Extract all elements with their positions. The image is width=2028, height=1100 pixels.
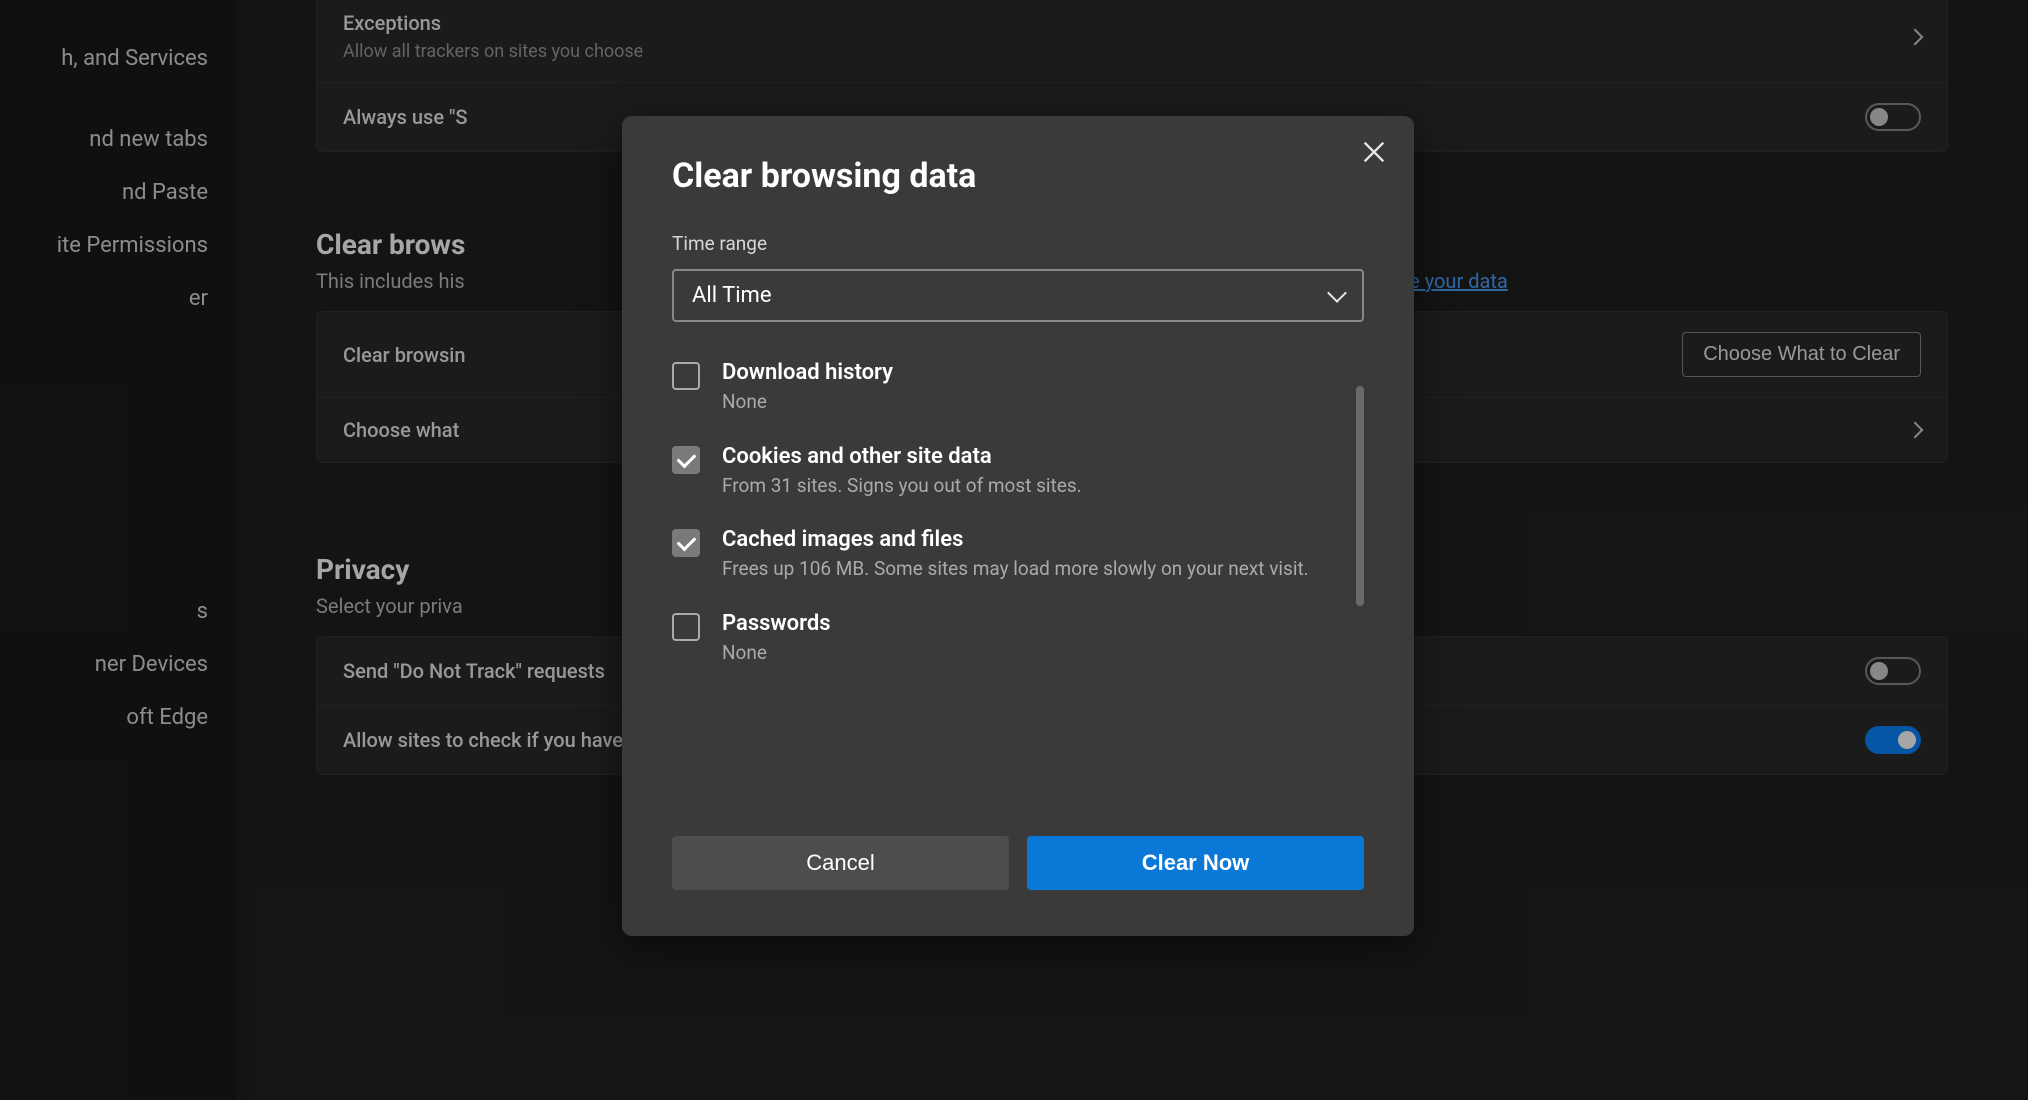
time-range-value: All Time [692, 283, 772, 308]
data-type-option: Cached images and files Frees up 106 MB. … [672, 527, 1340, 583]
option-checkbox[interactable] [672, 613, 700, 641]
data-type-option: Cookies and other site data From 31 sites… [672, 444, 1340, 500]
option-checkbox[interactable] [672, 529, 700, 557]
option-checkbox[interactable] [672, 446, 700, 474]
option-checkbox[interactable] [672, 362, 700, 390]
data-type-option: Passwords None [672, 611, 1340, 667]
option-title: Passwords [722, 611, 1340, 636]
option-desc: None [722, 389, 1340, 416]
option-title: Download history [722, 360, 1340, 385]
option-title: Cached images and files [722, 527, 1340, 552]
option-desc: None [722, 640, 1340, 667]
chevron-down-icon [1327, 283, 1347, 303]
data-type-option: Download history None [672, 360, 1340, 416]
option-desc: From 31 sites. Signs you out of most sit… [722, 473, 1340, 500]
option-title: Cookies and other site data [722, 444, 1340, 469]
time-range-select[interactable]: All Time [672, 269, 1364, 322]
scrollbar-thumb[interactable] [1356, 386, 1364, 606]
time-range-label: Time range [672, 232, 1364, 255]
close-icon [1360, 138, 1388, 166]
close-button[interactable] [1360, 138, 1388, 166]
option-desc: Frees up 106 MB. Some sites may load mor… [722, 556, 1340, 583]
dialog-title: Clear browsing data [672, 156, 1364, 196]
clear-now-button[interactable]: Clear Now [1027, 836, 1364, 890]
data-types-list: Download history None Cookies and other si… [672, 360, 1364, 806]
cancel-button[interactable]: Cancel [672, 836, 1009, 890]
clear-browsing-data-dialog: Clear browsing data Time range All Time … [622, 116, 1414, 936]
